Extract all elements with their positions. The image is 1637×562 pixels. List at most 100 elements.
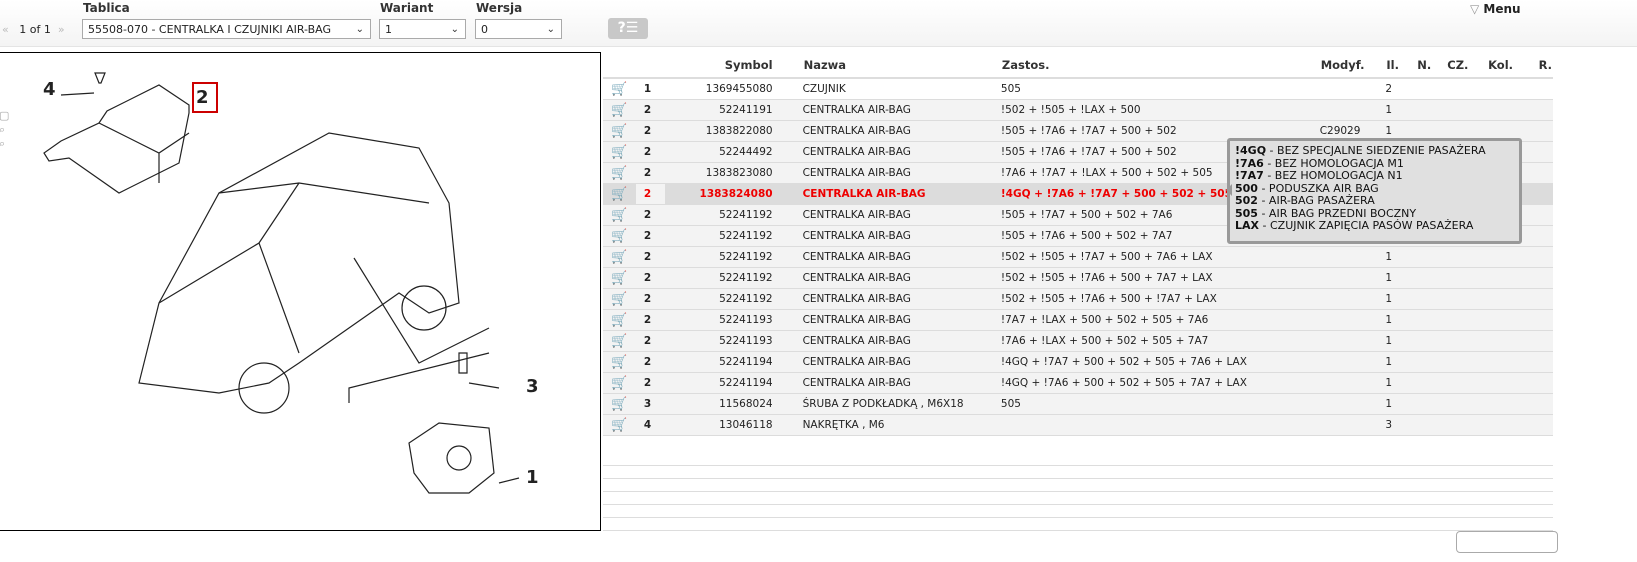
kol-cell [1487, 246, 1538, 268]
next-page-button[interactable]: » [58, 23, 65, 36]
symbol-cell[interactable]: 1383822080 [664, 120, 803, 142]
table-row[interactable]: 🛒 2 52241193 CENTRALKA AIR-BAG !7A6 + !L… [603, 330, 1553, 352]
zastos-cell[interactable]: 505 [1000, 393, 1320, 415]
empty-row-divider [603, 465, 1553, 466]
prev-page-button[interactable]: « [2, 23, 9, 36]
modyf-cell [1319, 99, 1386, 121]
symbol-cell[interactable]: 52241192 [664, 246, 803, 268]
tablica-value: 55508-070 - CENTRALKA I CZUJNIKI AIR-BAG [88, 23, 332, 36]
callout-4[interactable]: 4 [43, 79, 56, 100]
modyf-cell [1319, 288, 1386, 310]
r-header[interactable]: R. [1537, 52, 1553, 79]
add-to-cart-icon[interactable]: 🛒 [603, 414, 636, 436]
cz-cell [1446, 414, 1488, 436]
zastos-cell[interactable]: !502 + !505 + !7A6 + 500 + 7A7 + LAX [1000, 267, 1320, 289]
parts-diagram[interactable]: ▢ ⌕ ⌕ 4 2 3 1 [0, 52, 601, 531]
symbol-cell[interactable]: 52244492 [664, 141, 803, 163]
table-header: Symbol Nazwa Zastos. Modyf. Il. N. CZ. K… [603, 52, 1553, 79]
symbol-cell[interactable]: 13046118 [664, 414, 803, 436]
add-to-cart-icon[interactable]: 🛒 [603, 120, 636, 142]
symbol-cell[interactable]: 11568024 [664, 393, 803, 415]
add-to-cart-icon[interactable]: 🛒 [603, 183, 636, 205]
zastos-cell[interactable]: !4GQ + !7A7 + 500 + 502 + 505 + 7A6 + LA… [1000, 351, 1320, 373]
add-to-cart-icon[interactable]: 🛒 [603, 267, 636, 289]
symbol-cell[interactable]: 52241192 [664, 204, 803, 226]
add-to-cart-icon[interactable]: 🛒 [603, 288, 636, 310]
symbol-cell[interactable]: 1383824080 [664, 183, 803, 205]
cz-header[interactable]: CZ. [1446, 52, 1488, 79]
menu-button[interactable]: ▽ Menu [1470, 2, 1521, 16]
zastos-cell[interactable]: !7A6 + !LAX + 500 + 502 + 505 + 7A7 [1000, 330, 1320, 352]
nazwa-cell: CENTRALKA AIR-BAG [802, 225, 1001, 247]
add-to-cart-icon[interactable]: 🛒 [603, 225, 636, 247]
add-to-cart-icon[interactable]: 🛒 [603, 351, 636, 373]
zastos-cell[interactable]: !502 + !505 + !LAX + 500 [1000, 99, 1320, 121]
callout-2[interactable]: 2 [196, 87, 209, 108]
symbol-cell[interactable]: 52241192 [664, 288, 803, 310]
n-header[interactable]: N. [1416, 52, 1447, 79]
zastos-cell[interactable]: !502 + !505 + !7A7 + 500 + 7A6 + LAX [1000, 246, 1320, 268]
add-to-cart-icon[interactable]: 🛒 [603, 330, 636, 352]
il-cell: 2 [1385, 78, 1417, 100]
bottom-button[interactable] [1456, 531, 1558, 553]
zastos-cell[interactable]: !502 + !505 + !7A6 + 500 + !7A7 + LAX [1000, 288, 1320, 310]
table-row[interactable]: 🛒 3 11568024 ŚRUBA Z PODKŁADKĄ , M6X18 5… [603, 393, 1553, 415]
modyf-cell [1319, 393, 1386, 415]
symbol-cell[interactable]: 52241193 [664, 330, 803, 352]
table-row[interactable]: 🛒 2 52241193 CENTRALKA AIR-BAG !7A7 + !L… [603, 309, 1553, 331]
table-row[interactable]: 🛒 2 52241191 CENTRALKA AIR-BAG !502 + !5… [603, 99, 1553, 121]
symbol-cell[interactable]: 1369455080 [664, 78, 803, 100]
add-to-cart-icon[interactable]: 🛒 [603, 99, 636, 121]
option-description: - CZUJNIK ZAPIĘCIA PASÓW PASAŻERA [1259, 219, 1474, 232]
il-header[interactable]: Il. [1385, 52, 1417, 79]
kol-header[interactable]: Kol. [1487, 52, 1538, 79]
add-to-cart-icon[interactable]: 🛒 [603, 141, 636, 163]
add-to-cart-icon[interactable]: 🛒 [603, 372, 636, 394]
table-row[interactable]: 🛒 2 52241194 CENTRALKA AIR-BAG !4GQ + !7… [603, 372, 1553, 394]
nazwa-cell: CENTRALKA AIR-BAG [802, 267, 1001, 289]
table-row[interactable]: 🛒 4 13046118 NAKRĘTKA , M6 3 [603, 414, 1553, 436]
position-cell: 2 [635, 99, 665, 121]
symbol-cell[interactable]: 52241194 [664, 351, 803, 373]
symbol-cell[interactable]: 52241191 [664, 99, 803, 121]
wersja-select[interactable]: 0 ⌄ [475, 19, 562, 39]
zastos-cell[interactable]: 505 [1000, 78, 1320, 100]
nazwa-cell: CENTRALKA AIR-BAG [802, 330, 1001, 352]
nazwa-cell: CENTRALKA AIR-BAG [802, 372, 1001, 394]
add-to-cart-icon[interactable]: 🛒 [603, 309, 636, 331]
zastos-header[interactable]: Zastos. [1000, 52, 1320, 79]
symbol-cell[interactable]: 52241192 [664, 225, 803, 247]
il-cell: 1 [1385, 393, 1417, 415]
zastos-cell[interactable]: !7A7 + !LAX + 500 + 502 + 505 + 7A6 [1000, 309, 1320, 331]
callout-1[interactable]: 1 [526, 467, 539, 488]
symbol-cell[interactable]: 52241192 [664, 267, 803, 289]
add-to-cart-icon[interactable]: 🛒 [603, 246, 636, 268]
add-to-cart-icon[interactable]: 🛒 [603, 162, 636, 184]
parts-table: Symbol Nazwa Zastos. Modyf. Il. N. CZ. K… [603, 52, 1553, 436]
nazwa-header[interactable]: Nazwa [802, 52, 1001, 79]
add-to-cart-icon[interactable]: 🛒 [603, 393, 636, 415]
n-cell [1416, 414, 1447, 436]
table-row[interactable]: 🛒 1 1369455080 CZUJNIK 505 2 [603, 78, 1553, 100]
nazwa-cell: CENTRALKA AIR-BAG [802, 204, 1001, 226]
zastos-cell[interactable]: !4GQ + !7A6 + 500 + 502 + 505 + 7A7 + LA… [1000, 372, 1320, 394]
table-row[interactable]: 🛒 2 52241194 CENTRALKA AIR-BAG !4GQ + !7… [603, 351, 1553, 373]
table-row[interactable]: 🛒 2 52241192 CENTRALKA AIR-BAG !502 + !5… [603, 246, 1553, 268]
zoom-tools[interactable]: ▢ ⌕ ⌕ [0, 109, 9, 151]
symbol-cell[interactable]: 1383823080 [664, 162, 803, 184]
tablica-select[interactable]: 55508-070 - CENTRALKA I CZUJNIKI AIR-BAG… [82, 19, 371, 39]
r-cell [1537, 183, 1553, 205]
modyf-header[interactable]: Modyf. [1319, 52, 1386, 79]
add-to-cart-icon[interactable]: 🛒 [603, 204, 636, 226]
table-row[interactable]: 🛒 2 52241192 CENTRALKA AIR-BAG !502 + !5… [603, 267, 1553, 289]
add-to-cart-icon[interactable]: 🛒 [603, 78, 636, 100]
symbol-cell[interactable]: 52241194 [664, 372, 803, 394]
symbol-header[interactable]: Symbol [664, 52, 803, 79]
table-row[interactable]: 🛒 2 52241192 CENTRALKA AIR-BAG !502 + !5… [603, 288, 1553, 310]
position-cell: 2 [635, 330, 665, 352]
callout-3[interactable]: 3 [526, 376, 539, 397]
zastos-cell[interactable] [1000, 414, 1320, 436]
legend-help-button[interactable]: ?☰ [608, 18, 648, 39]
symbol-cell[interactable]: 52241193 [664, 309, 803, 331]
wariant-select[interactable]: 1 ⌄ [379, 19, 466, 39]
